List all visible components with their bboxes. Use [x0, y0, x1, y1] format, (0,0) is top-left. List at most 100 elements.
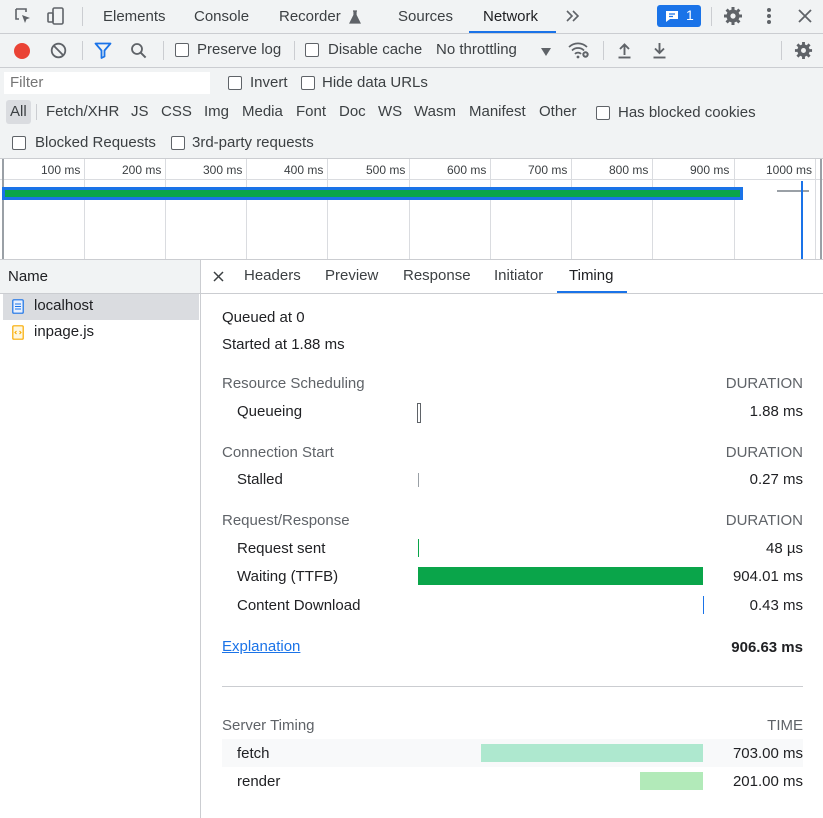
blocked-requests-checkbox[interactable] — [12, 136, 26, 150]
overview-right-handle[interactable] — [820, 159, 822, 259]
preserve-log-checkbox[interactable] — [175, 43, 189, 57]
request-row-localhost[interactable]: localhost — [3, 294, 199, 320]
overview-tick-label: 900 ms — [690, 163, 730, 177]
close-devtools-icon[interactable] — [798, 9, 812, 23]
network-conditions-wifi-icon[interactable] — [568, 41, 590, 59]
import-har-upload-icon[interactable] — [617, 42, 632, 59]
filter-type-media[interactable]: Media — [242, 100, 283, 124]
divider — [603, 41, 604, 60]
filter-type-js[interactable]: JS — [131, 100, 149, 124]
filter-type-other[interactable]: Other — [539, 100, 577, 124]
content-download-bar — [703, 596, 704, 614]
invert-label: Invert — [250, 74, 288, 91]
third-party-requests-checkbox[interactable] — [171, 136, 185, 150]
invert-checkbox[interactable] — [228, 76, 242, 90]
document-file-icon — [12, 299, 24, 314]
divider — [36, 104, 37, 120]
inspect-element-icon[interactable] — [14, 7, 32, 25]
divider — [294, 41, 295, 60]
request-row-inpage-js[interactable]: inpage.js — [3, 320, 199, 346]
detail-tabbar: Headers Preview Response Initiator Timin… — [201, 260, 823, 294]
tab-preview[interactable]: Preview — [325, 260, 378, 293]
filter-type-css[interactable]: CSS — [161, 100, 192, 124]
request-sent-value: 48 µs — [766, 540, 803, 557]
filter-bar: Invert Hide data URLs All Fetch/XHR JS C… — [0, 68, 823, 159]
filter-type-wasm[interactable]: Wasm — [414, 100, 456, 124]
duration-header: DURATION — [725, 444, 803, 461]
overview-tick-label: 300 ms — [203, 163, 243, 177]
fetch-label: fetch — [237, 745, 270, 762]
waiting-ttfb-label: Waiting (TTFB) — [237, 568, 339, 585]
filter-type-fetch-xhr[interactable]: Fetch/XHR — [46, 100, 119, 124]
render-bar — [640, 772, 703, 790]
filter-type-ws[interactable]: WS — [378, 100, 402, 124]
tab-headers[interactable]: Headers — [244, 260, 301, 293]
export-har-download-icon[interactable] — [652, 42, 667, 59]
tab-recorder[interactable]: Recorder — [279, 0, 361, 33]
overview-gridline — [409, 159, 410, 259]
stalled-label: Stalled — [237, 471, 283, 488]
settings-gear-icon[interactable] — [723, 6, 743, 26]
explanation-link[interactable]: Explanation — [222, 638, 300, 655]
tab-elements[interactable]: Elements — [103, 0, 166, 33]
network-overview[interactable]: 100 ms 200 ms 300 ms 400 ms 500 ms 600 m… — [0, 159, 823, 260]
server-timing-title: Server Timing — [222, 717, 315, 734]
divider — [82, 7, 83, 26]
throttling-value: No throttling — [436, 41, 517, 58]
has-blocked-cookies-checkbox[interactable] — [596, 106, 610, 120]
issues-badge[interactable]: 1 — [657, 5, 701, 27]
request-name: localhost — [34, 297, 94, 314]
overview-small-request — [777, 190, 809, 192]
filter-type-img[interactable]: Img — [204, 100, 229, 124]
time-header: TIME — [767, 717, 803, 734]
name-column-label: Name — [8, 268, 49, 285]
clear-icon[interactable] — [50, 42, 67, 59]
server-timing-row-fetch: fetch 703.00 ms — [222, 739, 803, 767]
render-value: 201.00 ms — [732, 773, 803, 790]
connection-start-title: Connection Start — [222, 444, 334, 461]
disable-cache-label: Disable cache — [328, 41, 423, 58]
tab-console[interactable]: Console — [194, 0, 249, 33]
overview-tick-label: 100 ms — [41, 163, 81, 177]
overview-gridline — [571, 159, 572, 259]
request-list: Name localhost inpage.js — [0, 260, 201, 818]
network-settings-gear-icon[interactable] — [794, 41, 813, 60]
overview-gridline — [734, 159, 735, 259]
filter-type-all[interactable]: All — [6, 100, 31, 124]
filter-type-font[interactable]: Font — [296, 100, 326, 124]
device-toolbar-icon[interactable] — [46, 6, 66, 26]
filter-type-manifest[interactable]: Manifest — [469, 100, 526, 124]
tab-sources[interactable]: Sources — [398, 0, 453, 33]
disable-cache-checkbox[interactable] — [305, 43, 319, 57]
throttling-select[interactable]: No throttling — [436, 40, 556, 62]
overview-tick-label: 800 ms — [609, 163, 649, 177]
overview-divider — [0, 179, 823, 180]
active-detail-tab-indicator — [557, 291, 627, 293]
divider — [163, 41, 164, 60]
record-icon[interactable] — [13, 42, 31, 60]
filter-input[interactable] — [4, 72, 210, 94]
tab-network[interactable]: Network — [483, 0, 538, 33]
queueing-bar — [417, 403, 421, 423]
active-tab-indicator — [469, 31, 556, 33]
request-detail-panel: Headers Preview Response Initiator Timin… — [201, 260, 823, 818]
close-detail-icon[interactable] — [213, 271, 224, 282]
divider — [82, 41, 83, 60]
more-tabs-icon[interactable] — [565, 8, 581, 24]
name-column-header[interactable]: Name — [0, 260, 200, 294]
overview-gridline — [490, 159, 491, 259]
tab-timing[interactable]: Timing — [569, 260, 613, 293]
filter-funnel-icon[interactable] — [94, 42, 112, 59]
overview-gridline — [165, 159, 166, 259]
kebab-menu-icon[interactable] — [766, 7, 772, 25]
tab-response[interactable]: Response — [403, 260, 471, 293]
hide-data-urls-checkbox[interactable] — [301, 76, 315, 90]
filter-type-doc[interactable]: Doc — [339, 100, 366, 124]
search-icon[interactable] — [130, 42, 147, 59]
overview-left-handle[interactable] — [2, 159, 4, 259]
tab-recorder-label: Recorder — [279, 8, 341, 25]
message-icon — [665, 10, 679, 22]
section-divider — [222, 686, 803, 687]
tab-initiator[interactable]: Initiator — [494, 260, 543, 293]
overview-tick-label: 600 ms — [447, 163, 487, 177]
